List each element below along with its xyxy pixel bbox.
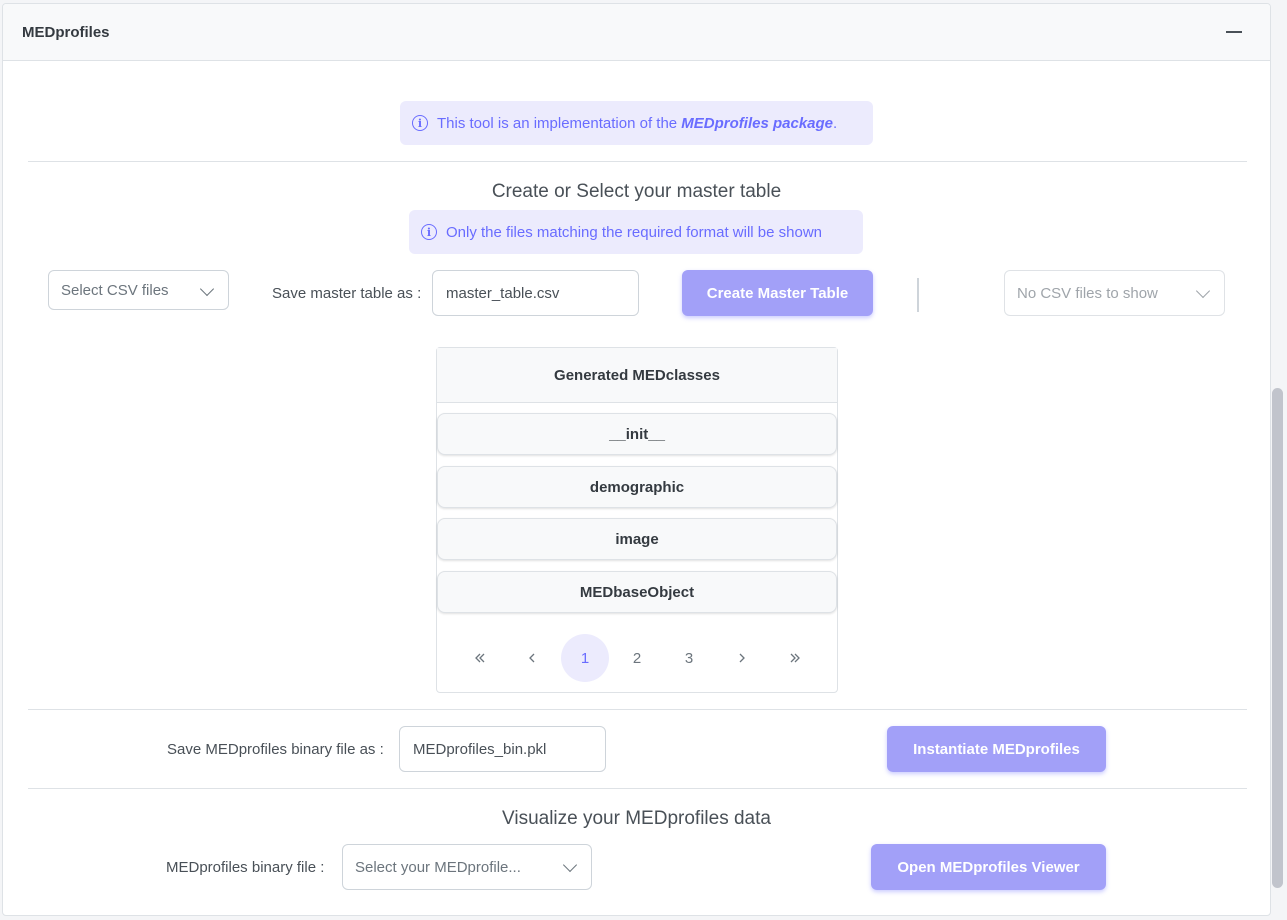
binary-file-placeholder: Select your MEDprofile... [355,858,521,876]
csv-files-select-placeholder: Select CSV files [61,281,169,299]
scrollbar-thumb[interactable] [1272,388,1283,888]
create-master-table-button[interactable]: Create Master Table [682,270,873,316]
panel-title: MEDprofiles [22,24,110,41]
instantiate-medprofiles-button[interactable]: Instantiate MEDprofiles [887,726,1106,772]
last-page-icon[interactable] [771,634,819,682]
save-binary-label: Save MEDprofiles binary file as : [167,741,384,758]
info-icon: i [421,224,437,240]
info-icon: i [412,115,428,131]
vertical-separator [917,278,919,312]
format-info-text: Only the files matching the required for… [446,223,823,241]
collapse-icon[interactable] [1226,31,1242,33]
save-master-table-label: Save master table as : [272,285,422,302]
class-item-image[interactable]: image [437,518,837,560]
panel-header[interactable]: MEDprofiles [3,4,1270,61]
existing-master-table-select[interactable]: No CSV files to show [1004,270,1225,316]
master-table-filename-input[interactable] [432,270,639,316]
divider-top [28,161,1247,162]
page-2-button[interactable]: 2 [613,634,661,682]
page-3-button[interactable]: 3 [665,634,713,682]
next-page-icon[interactable] [718,634,766,682]
chevron-down-icon [1195,283,1211,299]
paginator: 1 2 3 [437,634,837,682]
medprofiles-panel: MEDprofiles i This tool is an implementa… [2,3,1271,916]
binary-filename-input[interactable] [399,726,606,772]
intro-text: This tool is an implementation of the ME… [437,114,838,132]
chevron-down-icon [562,857,578,873]
open-viewer-button[interactable]: Open MEDprofiles Viewer [871,844,1106,890]
page-1-button[interactable]: 1 [561,634,609,682]
divider-middle [28,709,1247,710]
binary-file-select[interactable]: Select your MEDprofile... [342,844,592,890]
visualize-heading: Visualize your MEDprofiles data [502,808,771,829]
first-page-icon[interactable] [456,634,504,682]
format-info-message: i Only the files matching the required f… [409,210,863,254]
csv-files-select[interactable]: Select CSV files [48,270,229,310]
binary-file-label: MEDprofiles binary file : [166,859,325,876]
medprofiles-package-link[interactable]: MEDprofiles package [681,115,833,132]
master-table-heading: Create or Select your master table [491,181,782,202]
generated-classes-table: Generated MEDclasses __init__ demographi… [436,347,838,693]
intro-info-message: i This tool is an implementation of the … [400,101,873,145]
class-item-demographic[interactable]: demographic [437,466,837,508]
class-item-medbaseobject[interactable]: MEDbaseObject [437,571,837,613]
existing-master-table-placeholder: No CSV files to show [1017,284,1158,302]
divider-bottom [28,788,1247,789]
previous-page-icon[interactable] [508,634,556,682]
chevron-down-icon [199,281,215,297]
generated-classes-header: Generated MEDclasses [437,348,837,403]
class-item-init[interactable]: __init__ [437,413,837,455]
